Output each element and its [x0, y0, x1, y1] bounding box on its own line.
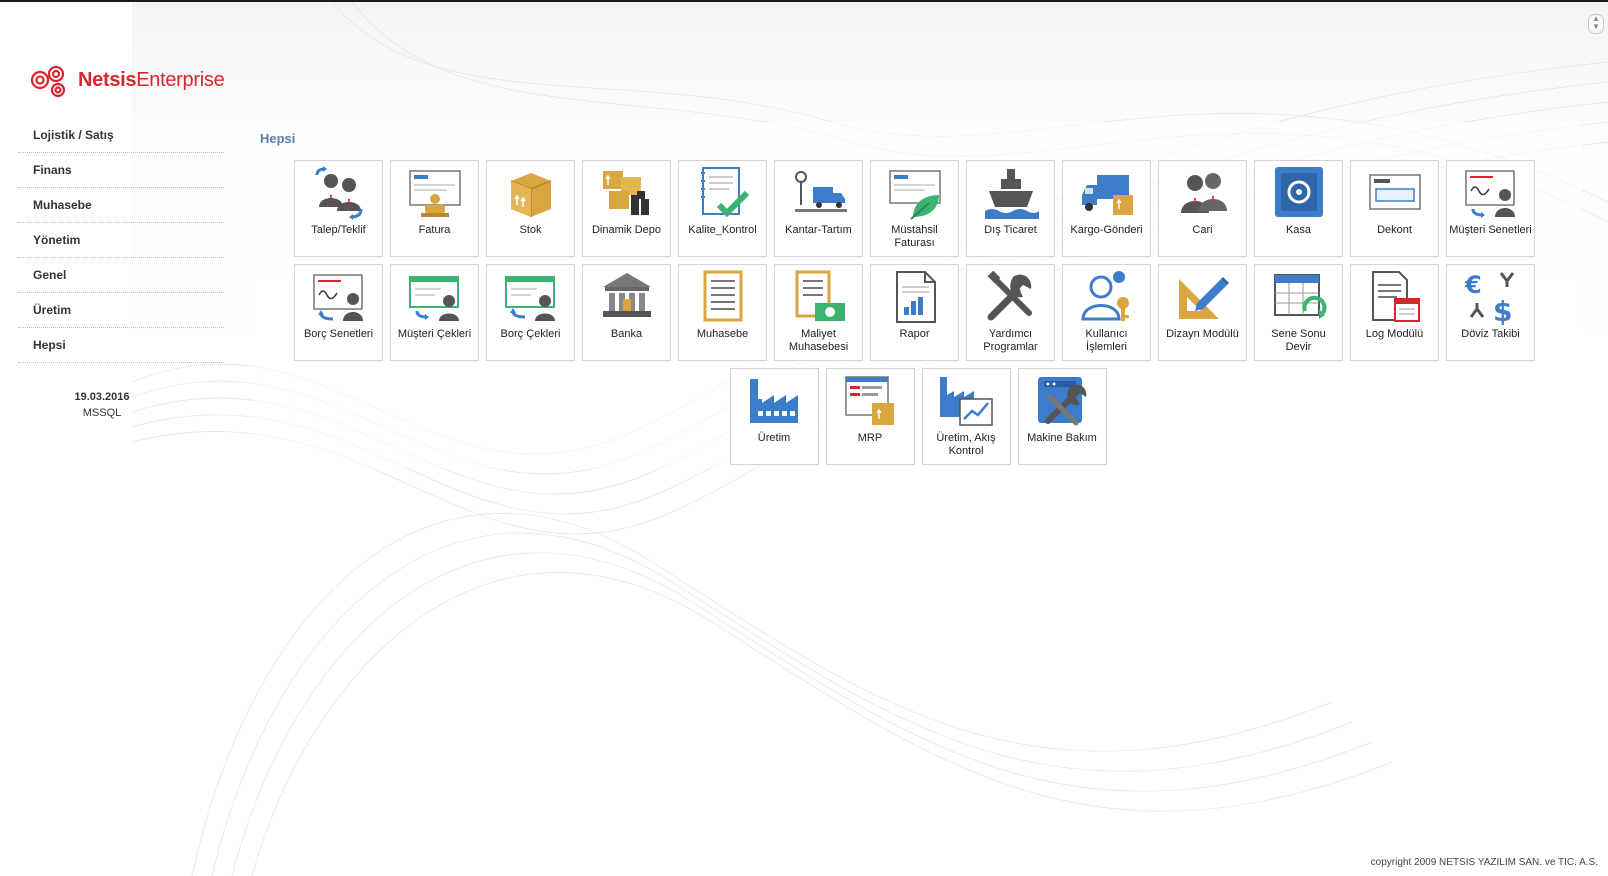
customer-check-icon: [408, 276, 459, 321]
calendar-refresh-icon: [1273, 274, 1326, 319]
tile-dizayn-modulu[interactable]: Dizayn Modülü: [1158, 264, 1247, 361]
tile-sene-sonu-devir[interactable]: Sene Sonu Devir: [1254, 264, 1343, 361]
sidebar-item-muhasebe[interactable]: Muhasebe: [18, 188, 224, 223]
session-info: 19.03.2016 MSSQL: [40, 389, 164, 421]
safe-icon: [1274, 167, 1323, 217]
section-title: Hepsi: [260, 131, 296, 146]
tile-dis-ticaret[interactable]: Dış Ticaret: [966, 160, 1055, 257]
currency-exchange-icon: € $: [1464, 271, 1514, 325]
tile-muhasebe[interactable]: Muhasebe: [678, 264, 767, 361]
tile-kargo-gonderi[interactable]: Kargo-Gönderi: [1062, 160, 1151, 257]
tile-doviz-takibi[interactable]: € $ Döviz Takibi: [1446, 264, 1535, 361]
cargo-truck-icon: [1081, 175, 1133, 215]
tile-kantar-tartim[interactable]: Kantar-Tartım: [774, 160, 863, 257]
people-icon: [1180, 173, 1227, 213]
database-type: MSSQL: [82, 407, 122, 419]
tile-talep-teklif[interactable]: Talep/Teklif: [294, 160, 383, 257]
netsis-logo-icon: [30, 65, 66, 98]
tile-mustahsil-faturasi[interactable]: Müstahsil Faturası: [870, 160, 959, 257]
module-grid: Talep/Teklif Fatura Stok Dinamik Depo Ka…: [294, 160, 1542, 472]
tile-dekont[interactable]: Dekont: [1350, 160, 1439, 257]
bank-icon: [602, 273, 651, 317]
factory-icon: [750, 379, 798, 423]
sidebar-item-genel[interactable]: Genel: [18, 258, 224, 293]
tile-musteri-cekleri[interactable]: Müşteri Çekleri: [390, 264, 479, 361]
mrp-icon: [845, 376, 894, 425]
debt-check-icon: [504, 276, 555, 321]
tile-cari[interactable]: Cari: [1158, 160, 1247, 257]
sidebar-item-yonetim[interactable]: Yönetim: [18, 223, 224, 258]
machine-maintenance-icon: [1038, 377, 1087, 426]
leaf-invoice-icon: [888, 170, 941, 220]
tile-row-1: Talep/Teklif Fatura Stok Dinamik Depo Ka…: [294, 160, 1542, 259]
netsis-logo: NetsisEnterprise: [28, 60, 225, 100]
tile-yardimci-programlar[interactable]: Yardımcı Programlar: [966, 264, 1055, 361]
tile-maliyet-muhasebesi[interactable]: Maliyet Muhasebesi: [774, 264, 863, 361]
ship-icon: [984, 169, 1039, 219]
checklist-icon: [700, 167, 749, 218]
tile-mrp[interactable]: MRP: [825, 368, 915, 465]
tile-makine-bakim[interactable]: Makine Bakım: [1017, 368, 1107, 465]
tile-borc-cekleri[interactable]: Borç Çekleri: [486, 264, 575, 361]
cost-ledger-icon: [795, 270, 845, 321]
tile-fatura[interactable]: Fatura: [390, 160, 479, 257]
people-exchange-icon: [315, 166, 362, 220]
design-pencil-icon: [1178, 277, 1229, 319]
tile-uretim-akis-kontrol[interactable]: Üretim, Akış Kontrol: [921, 368, 1011, 465]
warehouse-boxes-icon: [602, 171, 649, 215]
tools-icon: [987, 270, 1032, 321]
sidebar-item-hepsi[interactable]: Hepsi: [18, 328, 224, 363]
tile-kalite-kontrol[interactable]: Kalite_Kontrol: [678, 160, 767, 257]
tile-log-modulu[interactable]: Log Modülü: [1350, 264, 1439, 361]
user-key-icon: [1080, 271, 1129, 321]
tile-row-2: Borç Senetleri Müşteri Çekleri Borç Çekl…: [294, 264, 1542, 363]
tile-banka[interactable]: Banka: [582, 264, 671, 361]
receipt-icon: [1368, 174, 1421, 210]
tile-musteri-senetleri[interactable]: Müşteri Senetleri: [1446, 160, 1535, 257]
tile-kasa[interactable]: Kasa: [1254, 160, 1343, 257]
tile-borc-senetleri[interactable]: Borç Senetleri: [294, 264, 383, 361]
report-icon: [895, 271, 936, 323]
svg-text:€: €: [1464, 271, 1482, 299]
sidebar-item-lojistik-satis[interactable]: Lojistik / Satış: [18, 118, 224, 153]
sidebar-item-finans[interactable]: Finans: [18, 153, 224, 188]
tile-dinamik-depo[interactable]: Dinamik Depo: [582, 160, 671, 257]
tile-row-3: Üretim MRP Üretim, Akış Kontrol Makine B…: [294, 368, 1542, 467]
tile-rapor[interactable]: Rapor: [870, 264, 959, 361]
promissory-note-icon: [1464, 170, 1515, 218]
truck-scale-icon: [794, 171, 847, 212]
scroll-control[interactable]: ▲ ▼: [1588, 14, 1604, 34]
debt-note-icon: [312, 274, 363, 321]
svg-text:$: $: [1493, 295, 1512, 325]
sidebar-item-uretim[interactable]: Üretim: [18, 293, 224, 328]
ledger-icon: [703, 270, 742, 322]
sidebar: Lojistik / Satış Finans Muhasebe Yönetim…: [18, 118, 224, 363]
tile-stok[interactable]: Stok: [486, 160, 575, 257]
factory-chart-icon: [940, 377, 993, 426]
tile-uretim[interactable]: Üretim: [729, 368, 819, 465]
log-document-icon: [1371, 271, 1420, 322]
invoice-icon: [408, 170, 461, 217]
logo-text: NetsisEnterprise: [78, 68, 225, 91]
session-date: 19.03.2016: [74, 391, 130, 403]
box-icon: [510, 173, 551, 217]
tile-kullanici-islemleri[interactable]: Kullanıcı İşlemleri: [1062, 264, 1151, 361]
copyright-text: copyright 2009 NETSIS YAZILIM SAN. ve TI…: [1370, 857, 1598, 868]
